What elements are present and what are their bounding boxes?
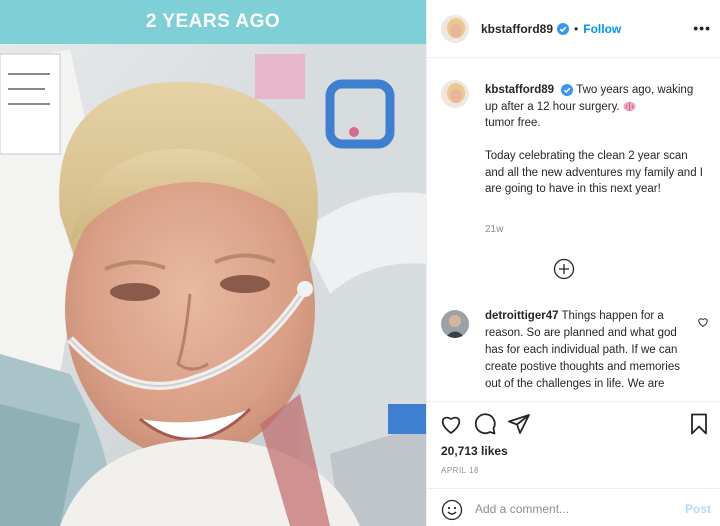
plus-circle-icon[interactable] [553, 258, 575, 280]
header-separator: • [574, 21, 579, 36]
media-banner: 2 YEARS AGO [0, 0, 426, 44]
post-header: kbstafford89 • Follow ••• [427, 0, 720, 58]
post-side-panel: kbstafford89 • Follow ••• kbstafford89 T… [426, 0, 720, 526]
follow-button[interactable]: Follow [583, 22, 621, 36]
verified-badge-icon [557, 22, 570, 35]
caption-line2: tumor free. [485, 117, 541, 129]
commenter-avatar[interactable] [441, 310, 469, 338]
post-actions: 20,713 likes APRIL 18 Post [427, 401, 720, 526]
bookmark-icon[interactable] [687, 412, 711, 436]
instagram-post: 2 YEARS AGO kbstafford89 • Follow ••• kb… [0, 0, 720, 526]
caption-paragraph2: Today celebrating the clean 2 year scan … [485, 150, 703, 195]
caption-time-ago[interactable]: 21w [485, 224, 503, 235]
smiley-icon[interactable] [441, 499, 463, 521]
banner-text: 2 YEARS AGO [145, 11, 281, 32]
post-media[interactable]: 2 YEARS AGO [0, 0, 426, 526]
commenter-username[interactable]: detroittiger47 [485, 310, 559, 322]
heart-icon[interactable] [439, 412, 463, 436]
caption-username[interactable]: kbstafford89 [485, 84, 554, 96]
brain-emoji-icon [623, 101, 636, 112]
post-comment-button[interactable]: Post [685, 502, 711, 516]
post-date: APRIL 18 [441, 466, 479, 475]
comment-body: Things happen for a reason. So are plann… [485, 310, 680, 390]
comment-like-heart-icon[interactable] [697, 316, 709, 328]
comment-input[interactable] [475, 499, 665, 519]
comments-area[interactable]: kbstafford89 Two years ago, waking up af… [427, 58, 720, 401]
add-comment-bar: Post [427, 488, 720, 526]
author-username[interactable]: kbstafford89 [481, 22, 553, 36]
hospital-selfie-photo [0, 44, 426, 526]
verified-badge-icon [561, 83, 574, 96]
author-avatar[interactable] [441, 14, 469, 43]
more-options-icon[interactable]: ••• [693, 20, 711, 36]
like-count[interactable]: 20,713 likes [441, 444, 508, 458]
comment-bubble-icon[interactable] [473, 412, 497, 436]
comment-text: detroittiger47 Things happen for a reaso… [485, 308, 691, 393]
caption-text: kbstafford89 Two years ago, waking up af… [485, 82, 705, 198]
paper-plane-icon[interactable] [507, 412, 531, 436]
caption-avatar[interactable] [441, 80, 469, 108]
